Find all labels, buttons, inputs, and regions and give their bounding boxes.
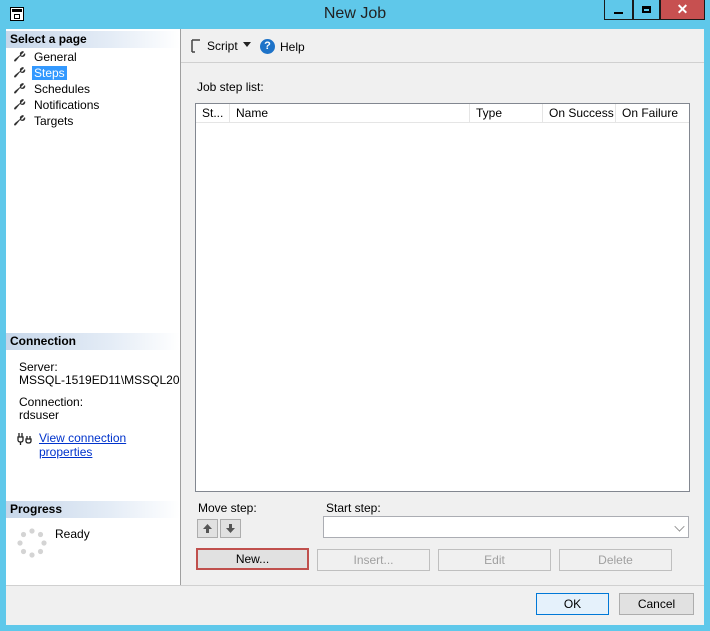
page-item-steps[interactable]: Steps [14,65,67,80]
delete-step-button[interactable]: Delete [559,549,672,571]
connection-value: rdsuser [19,408,60,422]
connection-label: Connection: [19,395,84,409]
select-page-header: Select a page [6,31,180,48]
page-item-label: Steps [32,65,67,80]
wrench-icon [14,50,26,61]
cancel-button[interactable]: Cancel [619,593,694,615]
view-connection-properties-link[interactable]: View connection properties [39,431,180,459]
page-item-label: Notifications [34,97,100,112]
page-item-general[interactable]: General [14,49,79,64]
start-step-select[interactable] [323,516,689,538]
wrench-icon [14,66,26,77]
move-step-down-button[interactable] [220,519,241,538]
arrow-up-icon [203,524,212,533]
maximize-icon [642,6,651,13]
move-step-up-button[interactable] [197,519,218,538]
wrench-icon [14,98,26,109]
plug-icon [17,433,32,445]
minimize-button[interactable] [604,0,633,20]
minimize-icon [614,11,623,14]
server-value: MSSQL-1519ED11\MSSQL2016S [19,373,180,387]
column-header-step[interactable]: St... [196,104,230,122]
close-icon: ✕ [676,1,689,17]
edit-step-button[interactable]: Edit [438,549,551,571]
page-item-schedules[interactable]: Schedules [14,81,92,96]
script-label: Script [207,39,238,53]
column-header-on-failure[interactable]: On Failure [616,104,689,122]
progress-status: Ready [55,527,90,541]
script-button[interactable]: Script [189,39,238,53]
column-header-type[interactable]: Type [470,104,543,122]
wrench-icon [14,82,26,93]
start-step-label: Start step: [326,501,381,515]
page-item-label: Targets [34,113,74,128]
insert-step-button[interactable]: Insert... [317,549,430,571]
job-step-grid[interactable]: St... Name Type On Success On Failure [195,103,690,492]
script-icon [191,39,200,53]
script-dropdown-arrow-icon[interactable] [243,42,251,47]
help-icon: ? [260,39,275,54]
column-header-name[interactable]: Name [230,104,470,122]
progress-spinner-icon [17,528,47,558]
close-button[interactable]: ✕ [660,0,705,20]
connection-header: Connection [6,333,180,350]
page-item-notifications[interactable]: Notifications [14,97,101,112]
move-step-label: Move step: [198,501,257,515]
wrench-icon [14,114,26,125]
left-pane: Select a page General Steps Schedules No… [6,29,181,585]
maximize-button[interactable] [633,0,660,20]
help-label: Help [280,39,305,54]
page-item-label: Schedules [34,81,91,96]
arrow-down-icon [226,524,235,533]
help-button[interactable]: ? Help [260,39,305,54]
ok-button[interactable]: OK [536,593,609,615]
grid-header: St... Name Type On Success On Failure [196,104,689,123]
page-item-targets[interactable]: Targets [14,113,75,128]
column-header-on-success[interactable]: On Success [543,104,616,122]
job-step-list-label: Job step list: [197,80,264,94]
new-step-button[interactable]: New... [196,548,309,570]
chevron-down-icon [674,521,685,532]
page-item-label: General [34,49,77,64]
progress-header: Progress [6,501,180,518]
server-label: Server: [19,360,58,374]
